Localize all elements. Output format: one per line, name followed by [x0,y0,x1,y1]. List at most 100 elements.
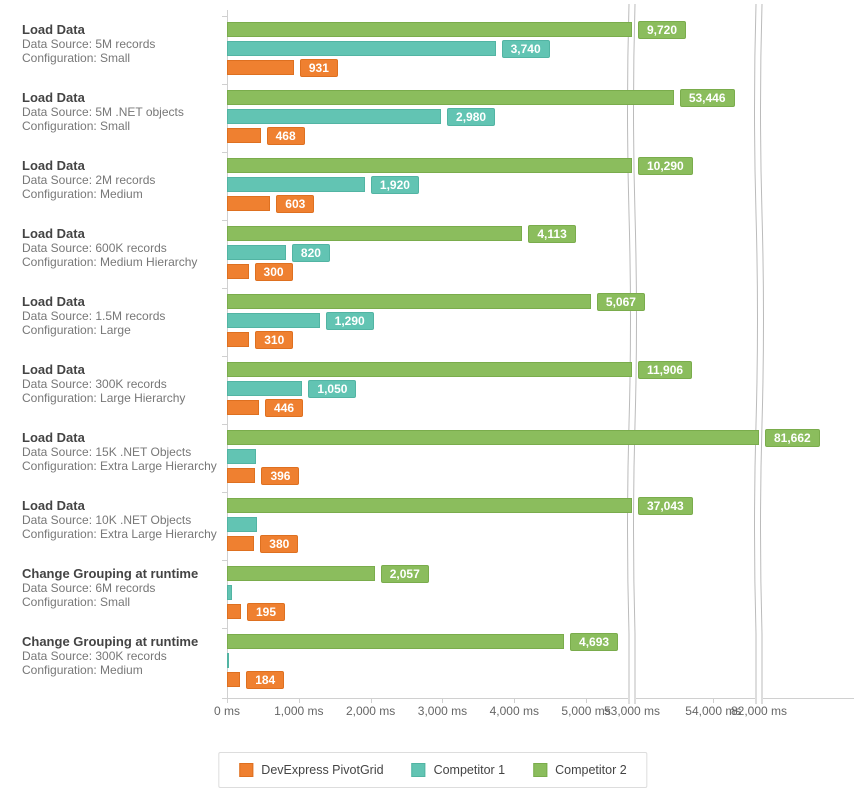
data-label: 4,693 [570,633,618,651]
category-subtitle: Configuration: Extra Large Hierarchy [22,459,222,473]
category-subtitle: Data Source: 300K records [22,377,222,391]
category-title: Change Grouping at runtime [22,566,222,581]
bar [227,672,240,687]
bar [227,41,496,56]
data-label: 53,446 [680,89,735,107]
legend-swatch-competitor2 [533,763,547,777]
category-subtitle: Data Source: 300K records [22,649,222,663]
bar [227,264,249,279]
y-tick [222,16,227,17]
category-subtitle: Data Source: 15K .NET Objects [22,445,222,459]
y-tick [222,288,227,289]
bar [227,400,259,415]
data-label: 820 [292,244,330,262]
category-subtitle: Data Source: 2M records [22,173,222,187]
x-tick [759,698,760,703]
bar [227,430,759,445]
category-title: Load Data [22,498,222,513]
category-label: Load DataData Source: 15K .NET ObjectsCo… [22,430,222,473]
x-tick [227,698,228,703]
bar [227,196,270,211]
x-tick [632,698,633,703]
category-subtitle: Configuration: Small [22,51,222,65]
legend-item: Competitor 1 [412,763,506,777]
legend-swatch-devexpress [239,763,253,777]
y-tick [222,698,227,699]
category-label: Load DataData Source: 2M recordsConfigur… [22,158,222,201]
axis-break-icon [752,4,766,704]
bar [227,362,632,377]
legend-label: DevExpress PivotGrid [261,763,383,777]
legend-label: Competitor 2 [555,763,627,777]
chart-container: Load DataData Source: 5M recordsConfigur… [0,0,866,800]
category-title: Load Data [22,226,222,241]
data-label: 2,057 [381,565,429,583]
bar [227,517,257,532]
data-label: 603 [276,195,314,213]
data-label: 4,113 [528,225,575,243]
bar [227,653,229,668]
category-title: Load Data [22,362,222,377]
category-label: Change Grouping at runtimeData Source: 3… [22,634,222,677]
y-tick [222,628,227,629]
x-tick [442,698,443,703]
data-label: 1,920 [371,176,419,194]
y-tick [222,152,227,153]
category-subtitle: Data Source: 5M .NET objects [22,105,222,119]
bar [227,128,261,143]
bars-region: 0 ms1,000 ms2,000 ms3,000 ms4,000 ms5,00… [227,10,854,710]
data-label: 195 [247,603,285,621]
category-subtitle: Data Source: 10K .NET Objects [22,513,222,527]
bar [227,634,564,649]
category-subtitle: Data Source: 600K records [22,241,222,255]
x-tick-label: 53,000 ms [604,704,660,718]
x-tick-label: 82,000 ms [731,704,787,718]
category-subtitle: Configuration: Extra Large Hierarchy [22,527,222,541]
category-subtitle: Configuration: Large Hierarchy [22,391,222,405]
data-label: 9,720 [638,21,686,39]
category-subtitle: Configuration: Medium [22,187,222,201]
category-label: Load DataData Source: 300K recordsConfig… [22,362,222,405]
category-label: Load DataData Source: 10K .NET ObjectsCo… [22,498,222,541]
x-tick [713,698,714,703]
bar [227,60,294,75]
bar [227,109,441,124]
category-subtitle: Data Source: 6M records [22,581,222,595]
data-label: 300 [255,263,293,281]
data-label: 310 [255,331,293,349]
category-subtitle: Configuration: Medium Hierarchy [22,255,222,269]
category-label: Load DataData Source: 1.5M recordsConfig… [22,294,222,337]
x-tick-label: 0 ms [214,704,240,718]
bar [227,498,632,513]
x-tick-label: 4,000 ms [490,704,539,718]
x-tick-label: 2,000 ms [346,704,395,718]
legend-swatch-competitor1 [412,763,426,777]
category-subtitle: Configuration: Small [22,595,222,609]
category-label: Load DataData Source: 5M .NET objectsCon… [22,90,222,133]
y-tick [222,492,227,493]
category-title: Load Data [22,294,222,309]
bar [227,566,375,581]
bar [227,294,591,309]
bar [227,585,232,600]
category-label: Change Grouping at runtimeData Source: 6… [22,566,222,609]
x-tick-label: 1,000 ms [274,704,323,718]
bar [227,226,522,241]
data-label: 3,740 [502,40,550,58]
legend-label: Competitor 1 [434,763,506,777]
bar [227,22,632,37]
x-tick [514,698,515,703]
category-labels-column: Load DataData Source: 5M recordsConfigur… [12,10,222,710]
data-label: 1,050 [308,380,356,398]
data-label: 37,043 [638,497,693,515]
data-label: 184 [246,671,284,689]
data-label: 468 [267,127,305,145]
category-title: Change Grouping at runtime [22,634,222,649]
y-tick [222,560,227,561]
data-label: 10,290 [638,157,693,175]
bar [227,536,254,551]
data-label: 380 [260,535,298,553]
data-label: 1,290 [326,312,374,330]
y-tick [222,220,227,221]
data-label: 11,906 [638,361,692,379]
